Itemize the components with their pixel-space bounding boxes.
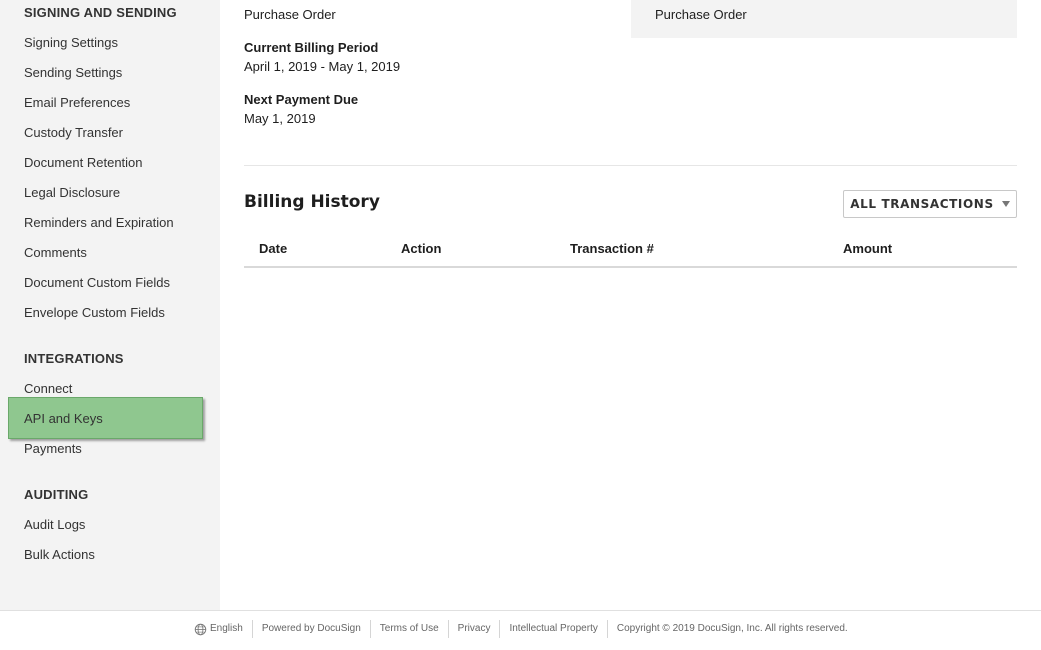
sidebar-item-connect[interactable]: Connect	[24, 381, 72, 396]
privacy-link[interactable]: Privacy	[447, 620, 500, 638]
sidebar-item-signing-settings[interactable]: Signing Settings	[24, 35, 118, 50]
section-heading-integrations: INTEGRATIONS	[24, 351, 124, 366]
sidebar-item-legal-disclosure[interactable]: Legal Disclosure	[24, 185, 120, 200]
section-divider	[244, 165, 1017, 166]
next-payment-due-value: May 1, 2019	[244, 111, 316, 126]
page-footer: English Powered by DocuSign Terms of Use…	[0, 610, 1041, 650]
column-header-date[interactable]: Date	[259, 241, 287, 256]
current-billing-period-value: April 1, 2019 - May 1, 2019	[244, 59, 401, 74]
settings-sidebar: SIGNING AND SENDING Signing Settings Sen…	[0, 0, 220, 610]
caret-down-icon	[1001, 201, 1010, 207]
sidebar-item-comments[interactable]: Comments	[24, 245, 87, 260]
copyright-text: Copyright © 2019 DocuSign, Inc. All righ…	[606, 620, 857, 638]
column-header-action[interactable]: Action	[401, 241, 441, 256]
sidebar-item-custody-transfer[interactable]: Custody Transfer	[24, 125, 123, 140]
next-payment-due-label: Next Payment Due	[244, 92, 359, 107]
section-heading-signing-sending: SIGNING AND SENDING	[24, 5, 177, 20]
transactions-filter-dropdown[interactable]: ALL TRANSACTIONS	[843, 190, 1017, 218]
section-heading-auditing: AUDITING	[24, 487, 89, 502]
payment-method-value: Purchase Order	[244, 7, 336, 22]
sidebar-item-payments[interactable]: Payments	[24, 441, 82, 456]
sidebar-item-api-and-keys[interactable]: API and Keys	[8, 397, 203, 439]
table-header-divider	[244, 266, 1017, 268]
sidebar-item-bulk-actions[interactable]: Bulk Actions	[24, 547, 95, 562]
language-label: English	[210, 623, 243, 634]
sidebar-item-email-preferences[interactable]: Email Preferences	[24, 95, 130, 110]
sidebar-item-document-retention[interactable]: Document Retention	[24, 155, 143, 170]
intellectual-property-link[interactable]: Intellectual Property	[499, 620, 606, 638]
billing-method-value: Purchase Order	[655, 7, 747, 22]
sidebar-item-sending-settings[interactable]: Sending Settings	[24, 65, 122, 80]
powered-by-text: Powered by DocuSign	[251, 620, 370, 638]
billing-history-title: Billing History	[244, 192, 380, 212]
globe-icon	[194, 623, 207, 635]
current-billing-period-label: Current Billing Period	[244, 40, 379, 55]
column-header-amount[interactable]: Amount	[843, 241, 892, 256]
transactions-filter-label: ALL TRANSACTIONS	[850, 197, 994, 211]
column-header-transaction[interactable]: Transaction #	[570, 241, 654, 256]
terms-of-use-link[interactable]: Terms of Use	[369, 620, 448, 638]
sidebar-item-audit-logs[interactable]: Audit Logs	[24, 517, 85, 532]
language-selector[interactable]: English	[194, 620, 252, 638]
sidebar-item-reminders-expiration[interactable]: Reminders and Expiration	[24, 215, 174, 230]
sidebar-item-envelope-custom-fields[interactable]: Envelope Custom Fields	[24, 305, 165, 320]
sidebar-item-document-custom-fields[interactable]: Document Custom Fields	[24, 275, 170, 290]
